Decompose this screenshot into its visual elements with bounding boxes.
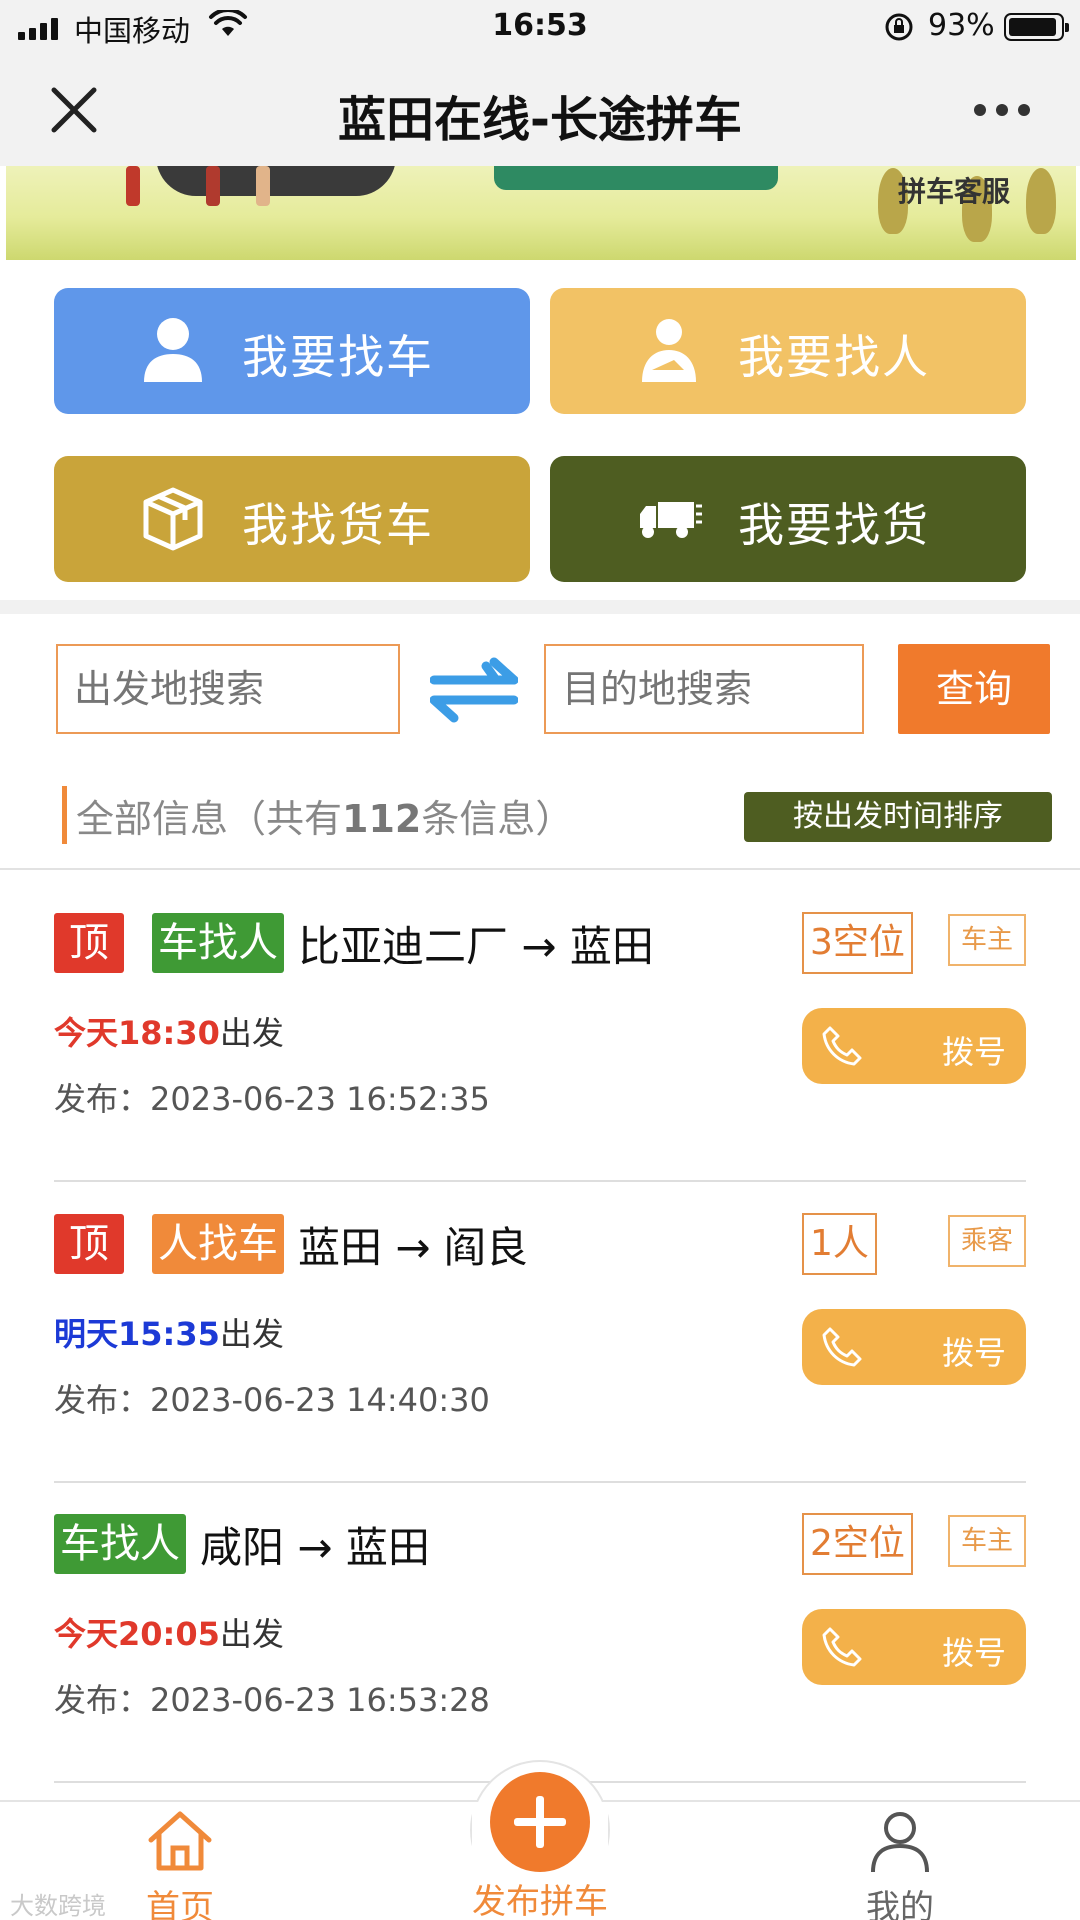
list-item[interactable]: 顶 人找车 蓝田 → 阎良 1人 乘客 明天15:35出发 发布：2023-06…	[54, 1213, 1026, 1513]
publish-time: 发布：2023-06-23 16:53:28	[54, 1681, 490, 1719]
route-text: 蓝田 → 阎良	[298, 1222, 528, 1272]
departure-search-input[interactable]	[56, 644, 400, 734]
type-tag: 车找人	[152, 913, 284, 973]
depart-time: 今天20:05出发	[54, 1615, 284, 1653]
find-cargo-button[interactable]: 我要找货	[550, 456, 1026, 582]
nav-bar: 蓝田在线-长途拼车	[0, 54, 1080, 166]
info-summary: 全部信息（共有112条信息）	[76, 797, 574, 841]
page-title: 蓝田在线-长途拼车	[338, 92, 742, 148]
seats-badge: 2空位	[802, 1513, 913, 1575]
publish-time: 发布：2023-06-23 14:40:30	[54, 1381, 490, 1419]
role-badge: 车主	[948, 1515, 1026, 1567]
type-tag: 车找人	[54, 1514, 186, 1574]
role-badge: 乘客	[948, 1215, 1026, 1267]
publish-plus-icon[interactable]	[490, 1772, 590, 1872]
find-truck-button[interactable]: 我找货车	[54, 456, 530, 582]
promo-banner[interactable]: 拼车客服	[6, 166, 1076, 260]
banner-service-label: 拼车客服	[898, 175, 1011, 208]
status-time: 16:53	[492, 8, 588, 43]
divider	[0, 868, 1080, 870]
section-divider	[0, 600, 1080, 614]
phone-icon	[822, 1327, 862, 1367]
swap-icon[interactable]	[430, 654, 518, 724]
pinned-tag: 顶	[54, 913, 124, 973]
query-button[interactable]: 查询	[898, 644, 1050, 734]
divider	[54, 1481, 1026, 1483]
type-tag: 人找车	[152, 1214, 284, 1274]
pinned-tag: 顶	[54, 1214, 124, 1274]
home-icon	[148, 1811, 212, 1871]
route-text: 咸阳 → 蓝田	[200, 1522, 430, 1572]
top-bar: 中国移动 16:53 93% 蓝田在线-长途拼车	[0, 0, 1080, 166]
sort-by-time-button[interactable]: 按出发时间排序	[744, 792, 1052, 842]
truck-icon	[640, 502, 702, 538]
battery-icon	[1004, 13, 1069, 41]
phone-icon	[822, 1627, 862, 1667]
info-accent-bar	[62, 786, 67, 844]
watermark: 大数跨境	[10, 1892, 106, 1920]
info-count: 112	[342, 797, 422, 841]
call-button[interactable]: 拨号	[802, 1609, 1026, 1685]
divider	[54, 1180, 1026, 1182]
tab-home[interactable]: 首页	[128, 1806, 232, 1920]
tab-publish[interactable]: 发布拼车	[440, 1874, 640, 1920]
depart-time: 今天18:30出发	[54, 1014, 284, 1052]
role-badge: 车主	[948, 914, 1026, 966]
driver-icon	[642, 319, 696, 382]
box-icon	[143, 487, 203, 551]
rotation-lock-icon	[885, 13, 913, 41]
find-passenger-button[interactable]: 我要找人	[550, 288, 1026, 414]
call-button[interactable]: 拨号	[802, 1309, 1026, 1385]
destination-search-input[interactable]	[544, 644, 864, 734]
more-icon[interactable]	[974, 104, 1030, 116]
publish-time: 发布：2023-06-23 16:52:35	[54, 1080, 490, 1118]
seats-badge: 3空位	[802, 912, 913, 974]
seats-badge: 1人	[802, 1213, 877, 1275]
battery-percent: 93%	[928, 8, 995, 43]
phone-icon	[822, 1026, 862, 1066]
find-car-button[interactable]: 我要找车	[54, 288, 530, 414]
status-bar: 中国移动 16:53 93%	[0, 0, 1080, 54]
call-button[interactable]: 拨号	[802, 1008, 1026, 1084]
route-text: 比亚迪二厂 → 蓝田	[298, 921, 654, 971]
user-icon	[871, 1812, 929, 1873]
list-item[interactable]: 顶 车找人 比亚迪二厂 → 蓝田 3空位 车主 今天18:30出发 发布：202…	[54, 912, 1026, 1212]
person-icon	[144, 318, 202, 382]
depart-time: 明天15:35出发	[54, 1315, 284, 1353]
tab-mine[interactable]: 我的	[848, 1806, 952, 1920]
